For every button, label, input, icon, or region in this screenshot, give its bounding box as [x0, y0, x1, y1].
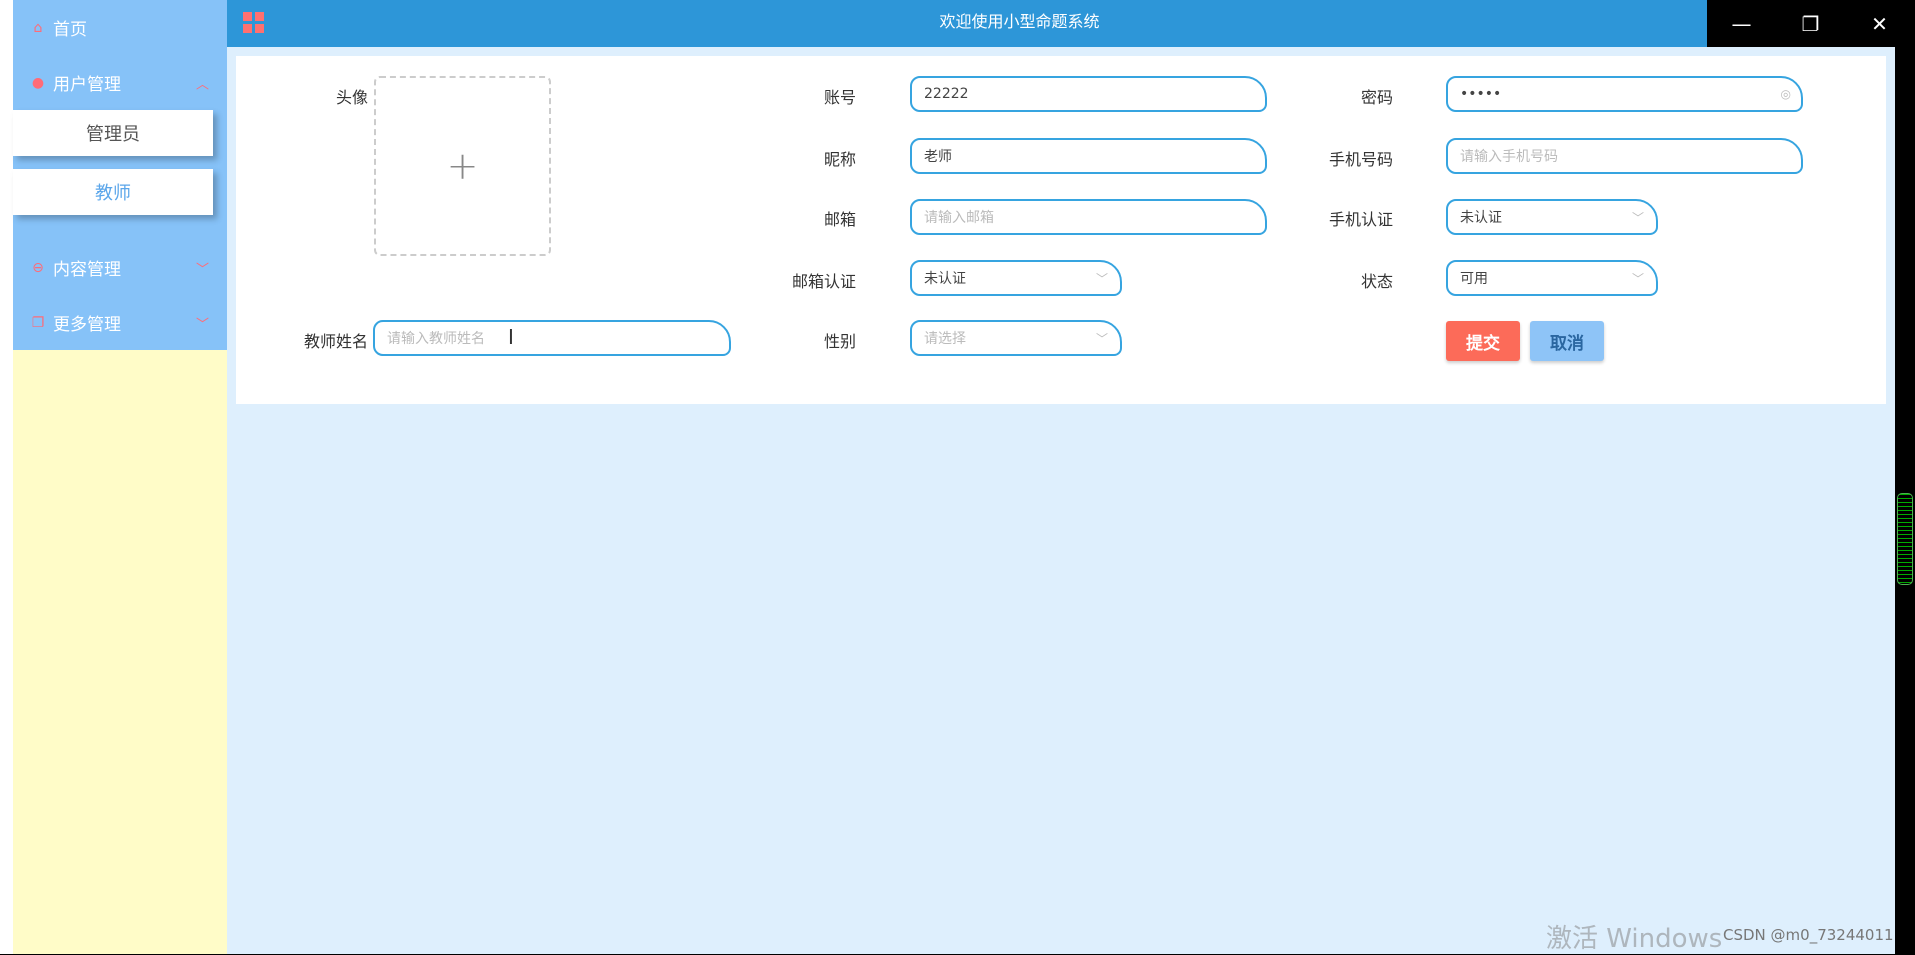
close-icon[interactable]: ✕	[1845, 0, 1914, 47]
minimize-icon[interactable]: —	[1707, 0, 1776, 47]
chevron-down-icon: ﹀	[1095, 271, 1108, 286]
menu-user-management-label: 用户管理	[53, 75, 121, 95]
phone-input[interactable]: 请输入手机号码	[1446, 138, 1803, 174]
menu-content-management-label: 内容管理	[53, 260, 121, 280]
account-label: 账号	[823, 88, 856, 107]
home-icon: ⌂	[33, 19, 43, 36]
main-area: 头像 + 教师姓名 请输入教师姓名 I 账号 22222 昵称 老师 邮箱 请输…	[227, 47, 1895, 954]
chevron-down-icon: ﹀	[1631, 210, 1644, 225]
status-label: 状态	[1360, 272, 1393, 291]
email-verify-label: 邮箱认证	[791, 272, 856, 291]
password-value: •••••	[1460, 86, 1502, 102]
gender-select[interactable]: 请选择 ﹀	[910, 320, 1122, 356]
phone-placeholder: 请输入手机号码	[1460, 149, 1558, 165]
menu-user-management[interactable]: ● 用户管理 ︿	[13, 55, 227, 110]
app-title: 欢迎使用小型命题系统	[939, 12, 1100, 31]
email-verify-select[interactable]: 未认证 ﹀	[910, 260, 1122, 296]
grid-icon[interactable]	[243, 12, 264, 33]
nickname-input[interactable]: 老师	[910, 138, 1267, 174]
menu-content-management[interactable]: ⊖ 内容管理 ﹀	[13, 240, 227, 295]
email-input[interactable]: 请输入邮箱	[910, 199, 1267, 235]
phone-verify-select[interactable]: 未认证 ﹀	[1446, 199, 1658, 235]
gender-label: 性别	[823, 332, 856, 351]
teacher-form: 头像 + 教师姓名 请输入教师姓名 I 账号 22222 昵称 老师 邮箱 请输…	[236, 56, 1886, 404]
menu-more-management[interactable]: ❐ 更多管理 ﹀	[13, 295, 227, 350]
text-cursor-icon: I	[508, 325, 514, 349]
message-icon: ⊖	[32, 259, 44, 276]
teacher-name-placeholder: 请输入教师姓名	[387, 331, 485, 347]
chevron-down-icon: ﹀	[195, 262, 209, 277]
chevron-down-icon: ﹀	[1095, 331, 1108, 346]
sidebar: ⌂ 首页 ● 用户管理 ︿ 管理员 教师 ⊖ 内容管理 ﹀ ❐ 更多管理 ﹀	[13, 0, 227, 954]
windows-activation-watermark: 激活 Windows	[1546, 924, 1723, 954]
desktop-edge	[0, 0, 13, 954]
teacher-name-input[interactable]: 请输入教师姓名	[373, 320, 731, 356]
user-submenu: 管理员 教师	[13, 110, 227, 240]
status-select[interactable]: 可用 ﹀	[1446, 260, 1658, 296]
menu-home-label: 首页	[53, 20, 87, 40]
phone-verify-value: 未认证	[1460, 210, 1502, 226]
eye-icon[interactable]: ◎	[1781, 87, 1791, 101]
avatar-uploader[interactable]: +	[374, 76, 551, 256]
plus-icon: +	[446, 144, 479, 188]
submit-button[interactable]: 提交	[1446, 321, 1520, 361]
status-value: 可用	[1460, 271, 1488, 287]
password-input[interactable]: ••••• ◎	[1446, 76, 1803, 112]
menu-more-management-label: 更多管理	[53, 315, 121, 335]
csdn-watermark: CSDN @m0_73244011	[1723, 926, 1894, 944]
chevron-up-icon: ︿	[195, 77, 209, 92]
phone-verify-label: 手机认证	[1328, 210, 1393, 229]
email-label: 邮箱	[823, 210, 856, 229]
sidebar-menu-lower: ⊖ 内容管理 ﹀ ❐ 更多管理 ﹀	[13, 240, 227, 350]
nickname-label: 昵称	[823, 150, 856, 169]
window-controls: — ❐ ✕	[1707, 0, 1915, 47]
scrollbar-thumb[interactable]	[1897, 493, 1913, 585]
password-label: 密码	[1360, 88, 1393, 107]
user-icon: ●	[31, 74, 45, 91]
restore-icon[interactable]: ❐	[1776, 0, 1845, 47]
menu-home[interactable]: ⌂ 首页	[13, 0, 227, 55]
account-input[interactable]: 22222	[910, 76, 1267, 112]
email-placeholder: 请输入邮箱	[924, 210, 994, 226]
top-bar: 欢迎使用小型命题系统	[227, 0, 1707, 49]
cancel-button[interactable]: 取消	[1530, 321, 1604, 361]
teacher-name-label: 教师姓名	[303, 332, 368, 351]
avatar-label: 头像	[335, 88, 368, 107]
submenu-admin[interactable]: 管理员	[13, 110, 213, 156]
email-verify-value: 未认证	[924, 271, 966, 287]
submenu-teacher[interactable]: 教师	[13, 169, 213, 215]
copy-icon: ❐	[31, 314, 45, 331]
chevron-down-icon: ﹀	[195, 317, 209, 332]
sidebar-menu: ⌂ 首页 ● 用户管理 ︿	[13, 0, 227, 110]
account-value: 22222	[924, 86, 969, 102]
chevron-down-icon: ﹀	[1631, 271, 1644, 286]
gender-placeholder: 请选择	[924, 331, 966, 347]
nickname-value: 老师	[924, 149, 952, 165]
phone-label: 手机号码	[1328, 150, 1393, 169]
